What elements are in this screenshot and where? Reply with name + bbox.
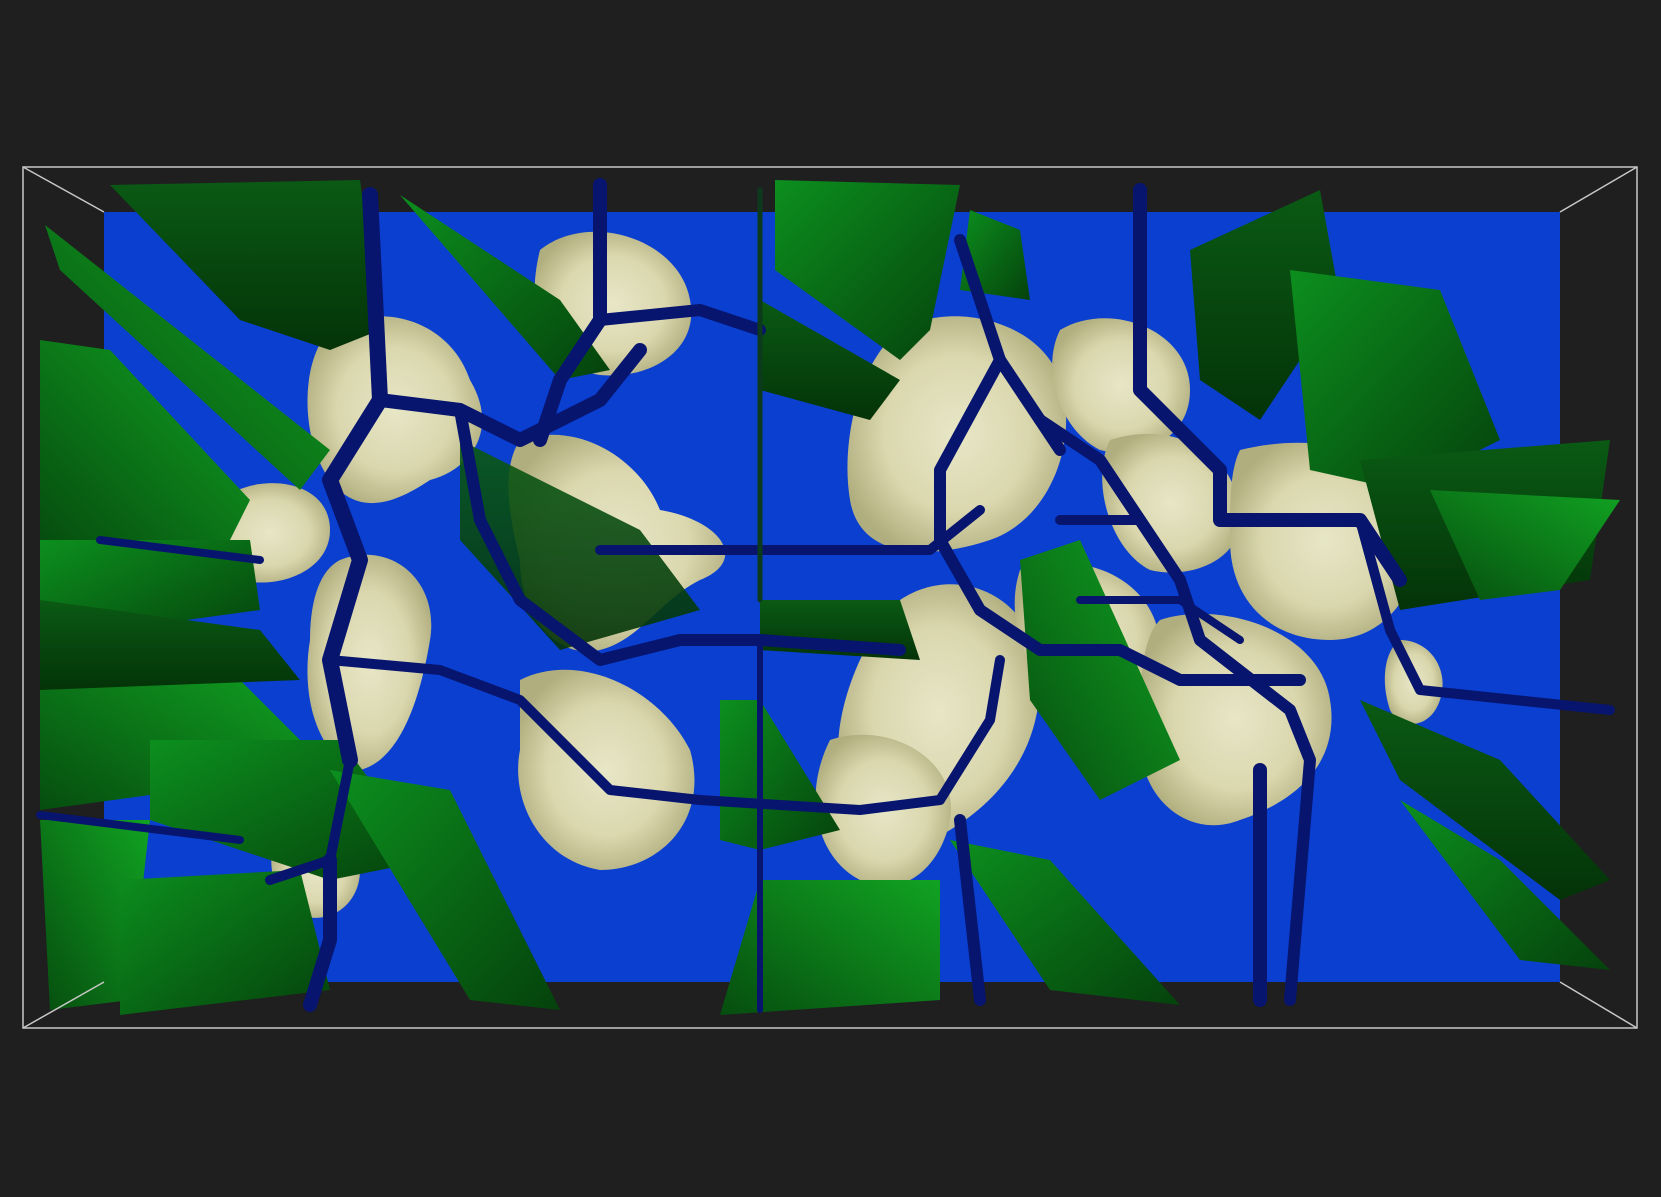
3d-viewport[interactable] [0,0,1661,1197]
isosurface-render [22,166,1638,1029]
